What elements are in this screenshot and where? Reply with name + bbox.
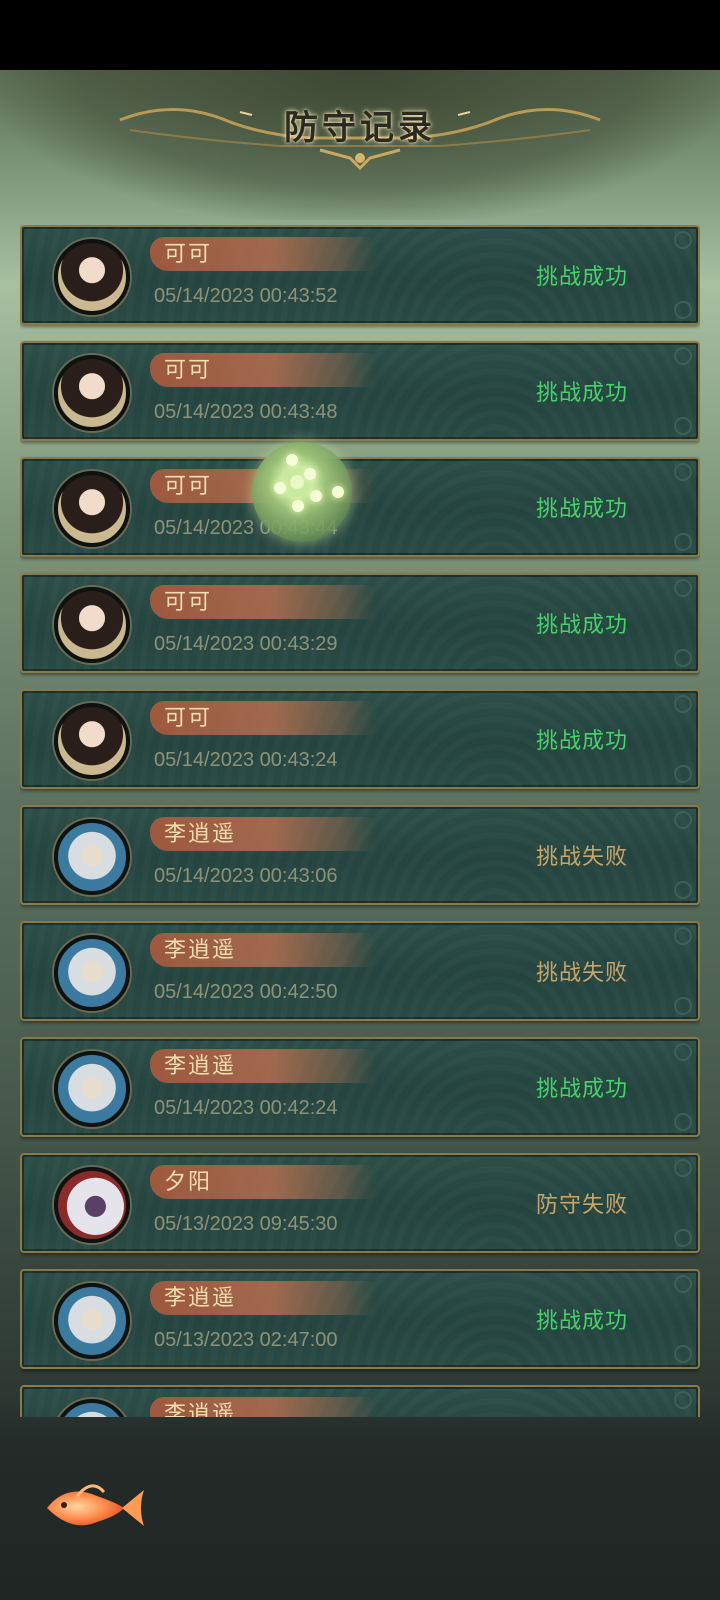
record-row[interactable]: 可可 05/14/2023 00:43:24 挑战成功 xyxy=(20,689,700,789)
orb-sparkle xyxy=(304,468,316,480)
opponent-name: 夕阳 xyxy=(164,1170,213,1195)
opponent-name: 李逍遥 xyxy=(164,1286,237,1311)
corner-ornament-icon xyxy=(674,533,692,551)
record-list[interactable]: 可可 05/14/2023 00:43:52 挑战成功 可可 05/14/202… xyxy=(20,225,700,1417)
page-title: 防守记录 xyxy=(284,108,436,148)
avatar[interactable] xyxy=(54,1399,130,1417)
corner-ornament-icon xyxy=(674,579,692,597)
record-result: 挑战成功 xyxy=(535,1077,628,1102)
record-timestamp: 05/14/2023 00:43:29 xyxy=(154,633,338,655)
corner-ornament-icon xyxy=(674,649,692,667)
record-row[interactable]: 夕阳 05/13/2023 09:45:30 防守失败 xyxy=(20,1153,700,1253)
record-result: 挑战成功 xyxy=(535,613,628,638)
orb-sparkle xyxy=(274,482,286,494)
avatar[interactable] xyxy=(54,355,130,431)
corner-ornament-icon xyxy=(674,1159,692,1177)
record-result: 防守失败 xyxy=(535,1193,628,1218)
avatar[interactable] xyxy=(54,1051,130,1127)
record-result: 挑战失败 xyxy=(535,845,628,870)
record-row[interactable]: 可可 05/14/2023 00:43:44 挑战成功 xyxy=(20,457,700,557)
corner-ornament-icon xyxy=(674,695,692,713)
record-result: 挑战失败 xyxy=(535,961,628,986)
record-result: 挑战成功 xyxy=(535,265,628,290)
orb-sparkle xyxy=(332,486,344,498)
corner-ornament-icon xyxy=(674,881,692,899)
corner-ornament-icon xyxy=(674,1113,692,1131)
status-bar xyxy=(0,0,720,70)
corner-ornament-icon xyxy=(674,997,692,1015)
corner-ornament-icon xyxy=(674,231,692,249)
avatar[interactable] xyxy=(54,703,130,779)
corner-ornament-icon xyxy=(674,1391,692,1409)
avatar[interactable] xyxy=(54,587,130,663)
corner-ornament-icon xyxy=(674,765,692,783)
opponent-name: 可可 xyxy=(164,706,213,731)
fish-icon[interactable] xyxy=(42,1478,147,1536)
record-timestamp: 05/14/2023 00:42:24 xyxy=(154,1097,338,1119)
record-row[interactable]: 可可 05/14/2023 00:43:52 挑战成功 xyxy=(20,225,700,325)
record-row[interactable]: 可可 05/14/2023 00:43:29 挑战成功 xyxy=(20,573,700,673)
opponent-name: 李逍遥 xyxy=(164,822,237,847)
orb-sparkle xyxy=(292,500,304,512)
opponent-name: 李逍遥 xyxy=(164,1054,237,1079)
record-timestamp: 05/13/2023 09:45:30 xyxy=(154,1213,338,1235)
record-result: 挑战成功 xyxy=(535,729,628,754)
opponent-name: 李逍遥 xyxy=(164,938,237,963)
record-row[interactable]: 李逍遥 05/14/2023 00:42:50 挑战失败 xyxy=(20,921,700,1021)
corner-ornament-icon xyxy=(674,927,692,945)
title-banner: 防守记录 xyxy=(110,80,610,180)
opponent-name: 可可 xyxy=(164,590,213,615)
record-timestamp: 05/14/2023 00:42:50 xyxy=(154,981,338,1003)
corner-ornament-icon xyxy=(674,417,692,435)
record-row[interactable]: 李逍遥 xyxy=(20,1385,700,1417)
record-row[interactable]: 可可 05/14/2023 00:43:48 挑战成功 xyxy=(20,341,700,441)
corner-ornament-icon xyxy=(674,301,692,319)
avatar[interactable] xyxy=(54,1167,130,1243)
corner-ornament-icon xyxy=(674,347,692,365)
opponent-name: 可可 xyxy=(164,474,213,499)
record-timestamp: 05/13/2023 02:47:00 xyxy=(154,1329,338,1351)
corner-ornament-icon xyxy=(674,1345,692,1363)
record-result: 挑战成功 xyxy=(535,381,628,406)
corner-ornament-icon xyxy=(674,463,692,481)
opponent-name: 可可 xyxy=(164,242,213,267)
spirit-orb-icon[interactable] xyxy=(252,442,352,542)
record-timestamp: 05/14/2023 00:43:06 xyxy=(154,865,338,887)
orb-sparkle xyxy=(286,454,298,466)
record-row[interactable]: 李逍遥 05/14/2023 00:42:24 挑战成功 xyxy=(20,1037,700,1137)
corner-ornament-icon xyxy=(674,1275,692,1293)
record-result: 挑战成功 xyxy=(535,1309,628,1334)
record-timestamp: 05/14/2023 00:43:48 xyxy=(154,401,338,423)
record-result: 挑战成功 xyxy=(535,497,628,522)
corner-ornament-icon xyxy=(674,1229,692,1247)
opponent-name: 可可 xyxy=(164,358,213,383)
avatar[interactable] xyxy=(54,471,130,547)
orb-sparkle xyxy=(310,490,322,502)
record-timestamp: 05/14/2023 00:43:52 xyxy=(154,285,338,307)
avatar[interactable] xyxy=(54,935,130,1011)
corner-ornament-icon xyxy=(674,1043,692,1061)
corner-ornament-icon xyxy=(674,811,692,829)
avatar[interactable] xyxy=(54,819,130,895)
opponent-name: 李逍遥 xyxy=(164,1402,237,1417)
record-timestamp: 05/14/2023 00:43:24 xyxy=(154,749,338,771)
record-row[interactable]: 李逍遥 05/14/2023 00:43:06 挑战失败 xyxy=(20,805,700,905)
record-row[interactable]: 李逍遥 05/13/2023 02:47:00 挑战成功 xyxy=(20,1269,700,1369)
avatar[interactable] xyxy=(54,1283,130,1359)
avatar[interactable] xyxy=(54,239,130,315)
